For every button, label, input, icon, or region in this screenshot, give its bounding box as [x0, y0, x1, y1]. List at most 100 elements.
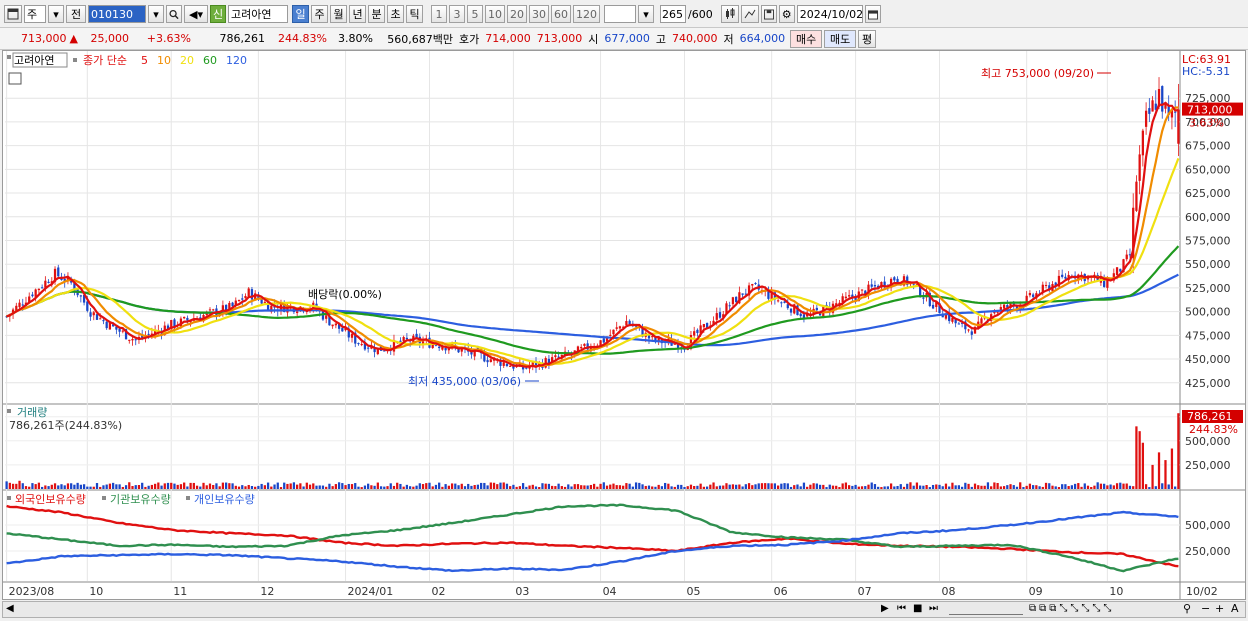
candle-body: [509, 365, 512, 367]
calendar-icon[interactable]: [864, 5, 881, 23]
volume-bar: [893, 486, 896, 489]
volume-value: 786,261: [219, 32, 265, 45]
sin-button[interactable]: 신: [210, 5, 226, 23]
volume-bar: [363, 485, 367, 489]
chevron-down-icon[interactable]: ▾: [48, 5, 64, 23]
candle-body: [776, 300, 780, 302]
sell-button[interactable]: 매도: [824, 29, 857, 48]
tab-년[interactable]: 년: [349, 5, 366, 23]
volume-bar: [547, 483, 551, 489]
volume-bar: [302, 486, 305, 489]
volume-bar: [260, 483, 263, 489]
volume-bar: [951, 482, 954, 489]
interval-3[interactable]: 3: [449, 5, 465, 23]
date-input[interactable]: 2024/10/02: [796, 5, 864, 23]
scroll-left-icon[interactable]: ◀: [6, 603, 14, 614]
candle-body: [489, 359, 492, 363]
forward-icon[interactable]: ⏭: [929, 603, 938, 614]
tab-초[interactable]: 초: [387, 5, 404, 23]
volume-bar: [205, 485, 208, 489]
volume-bar: [864, 486, 867, 489]
interval-1[interactable]: 1: [431, 5, 447, 23]
search-icon[interactable]: [166, 5, 182, 23]
horizontal-scrollbar[interactable]: ◀ ▶ ⏮ ■ ⏭ ⧉⧉⧉⤡⤡⤡⤡⤡ ⚲ − + A: [2, 601, 1246, 618]
legend-square: [7, 409, 11, 413]
date-value: 2024/10/02: [799, 7, 864, 21]
tab-틱[interactable]: 틱: [406, 5, 423, 23]
candle-body: [89, 312, 92, 317]
chart-area[interactable]: 425,000 450,000 475,000 500,000 525,000 550,0…: [2, 50, 1246, 600]
eval-button[interactable]: 평: [858, 29, 877, 48]
interval-60[interactable]: 60: [551, 5, 571, 23]
candle-body: [40, 287, 44, 289]
volume-bar: [337, 482, 341, 489]
speaker-icon[interactable]: ◀▾: [184, 5, 208, 23]
count-input[interactable]: 265: [660, 5, 686, 23]
interval-input[interactable]: [604, 5, 636, 23]
volume-bar: [560, 486, 563, 489]
period-select[interactable]: 주: [24, 5, 46, 23]
zoom-icon[interactable]: ⚲: [1183, 602, 1191, 615]
volume-bar: [286, 483, 289, 489]
buy-button[interactable]: 매수: [790, 29, 823, 48]
candle-body: [244, 296, 247, 299]
interval-dropdown-icon[interactable]: ▾: [638, 5, 654, 23]
candle-body: [957, 323, 961, 325]
window-icon[interactable]: [4, 5, 22, 23]
volume-bar: [480, 482, 483, 489]
volume-bar: [276, 482, 279, 489]
volume-bar: [263, 485, 266, 489]
candle-body: [57, 267, 60, 277]
volume-bar: [973, 483, 977, 489]
chart-svg[interactable]: 425,000 450,000 475,000 500,000 525,000 550,0…: [3, 51, 1245, 599]
interval-20[interactable]: 20: [507, 5, 527, 23]
volume-bar: [728, 484, 731, 489]
volume-bar: [189, 482, 192, 489]
interval-30[interactable]: 30: [529, 5, 549, 23]
prev-button[interactable]: 전: [66, 5, 86, 23]
volume-bar: [79, 484, 82, 489]
interval-5[interactable]: 5: [467, 5, 483, 23]
tab-월[interactable]: 월: [330, 5, 347, 23]
tab-주[interactable]: 주: [311, 5, 328, 23]
zoom-out-icon[interactable]: −: [1201, 602, 1210, 615]
scroll-right-icon[interactable]: ▶: [881, 603, 889, 614]
candle-body: [580, 346, 583, 349]
volume-bar: [124, 485, 128, 489]
zoom-in-icon[interactable]: +: [1215, 602, 1224, 615]
x-tick-label: 03: [515, 585, 529, 598]
code-dropdown-icon[interactable]: ▾: [148, 5, 164, 23]
y-tick-label: 500,000: [1185, 306, 1231, 319]
rewind-icon[interactable]: ⏮: [897, 603, 906, 614]
candle-icon[interactable]: [720, 5, 739, 23]
high-label: 고: [655, 32, 666, 46]
zoom-slider[interactable]: [949, 604, 1023, 615]
save-icon[interactable]: [760, 5, 777, 23]
candle-body: [1135, 181, 1138, 211]
layout-icons[interactable]: ⧉⧉⧉⤡⤡⤡⤡⤡: [1029, 603, 1114, 614]
stop-icon[interactable]: ■: [913, 603, 922, 614]
volume-bar: [221, 482, 225, 489]
candle-body: [1002, 304, 1006, 309]
volume-bar: [11, 483, 15, 489]
volume-bar: [860, 486, 864, 489]
y-tick-label: 525,000: [1185, 282, 1231, 295]
volume-bar: [609, 484, 612, 489]
interval-120[interactable]: 120: [573, 5, 600, 23]
tab-분[interactable]: 분: [368, 5, 385, 23]
font-size-icon[interactable]: A: [1231, 602, 1239, 615]
dividend-note: 배당락(0.00%): [308, 288, 382, 301]
volume-bar: [370, 485, 373, 489]
gear-icon[interactable]: ⚙: [778, 5, 795, 23]
volume-bar: [735, 484, 738, 489]
line-tool-icon[interactable]: [740, 5, 759, 23]
volume-bar: [321, 485, 325, 489]
candle-body: [799, 313, 802, 317]
tab-일[interactable]: 일: [292, 5, 309, 23]
stock-code-input[interactable]: 010130: [88, 5, 146, 23]
candle-body: [786, 304, 789, 309]
candle-body: [37, 288, 41, 291]
candle-body: [860, 289, 864, 291]
volume-bar: [767, 483, 770, 489]
interval-10[interactable]: 10: [485, 5, 505, 23]
